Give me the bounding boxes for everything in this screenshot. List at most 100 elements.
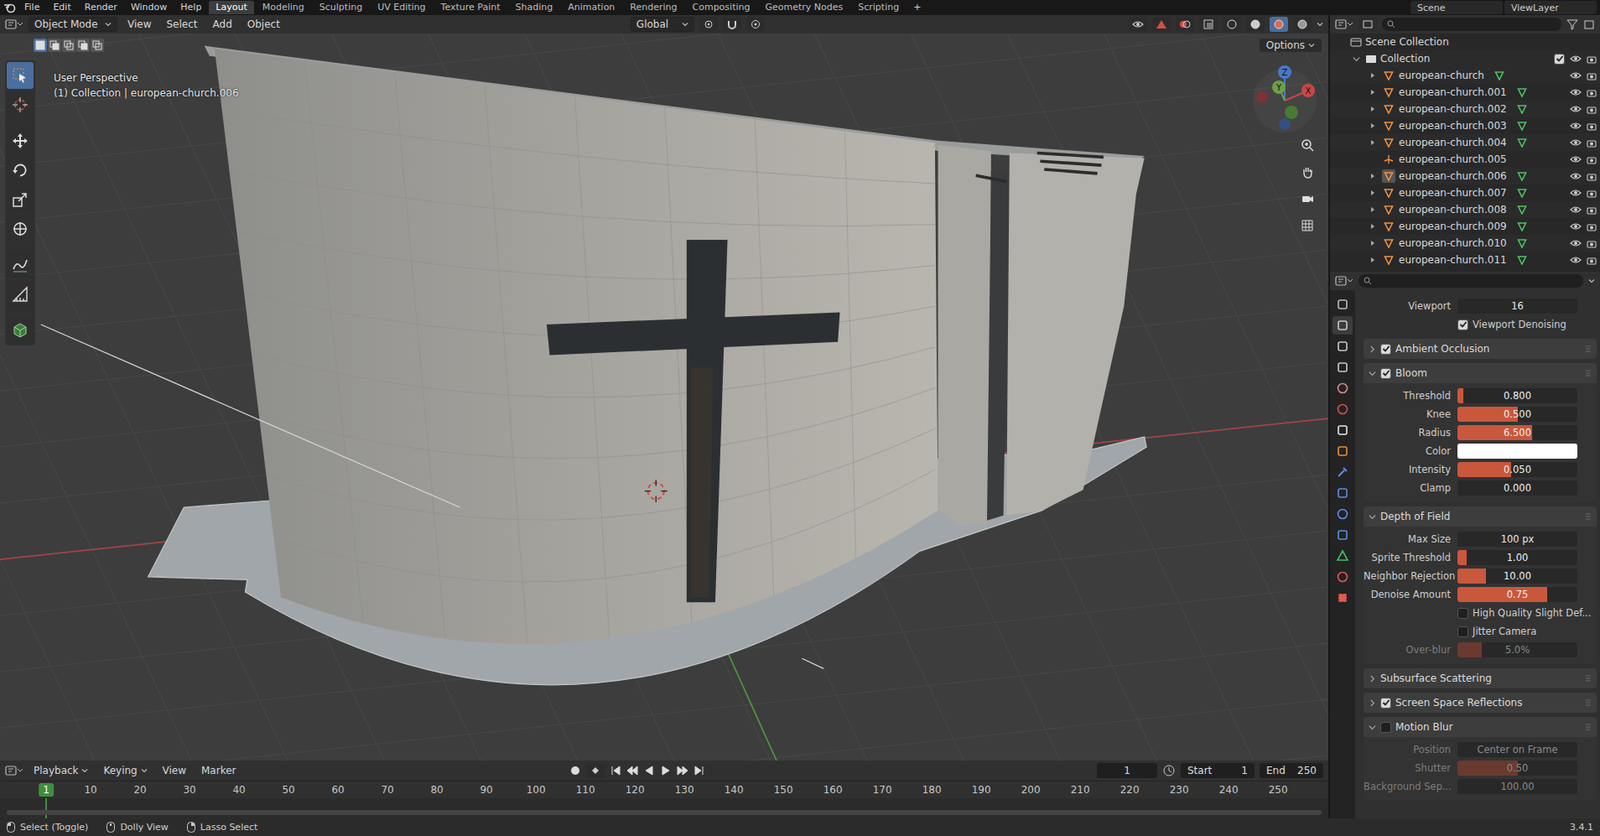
- slider[interactable]: 1.00: [1457, 550, 1578, 566]
- outliner-editor-icon[interactable]: [1335, 18, 1354, 31]
- menu-item[interactable]: Render: [78, 0, 124, 15]
- outliner-row[interactable]: european-church: [1329, 67, 1600, 84]
- properties-tab[interactable]: [1332, 441, 1353, 461]
- outliner-row[interactable]: european-church.007: [1329, 184, 1600, 202]
- start-frame-field[interactable]: Start1: [1180, 763, 1255, 779]
- properties-tab[interactable]: [1332, 504, 1353, 524]
- tool-button[interactable]: [6, 62, 34, 89]
- drag-handle-icon[interactable]: [1584, 368, 1592, 378]
- visibility-button[interactable]: [1128, 16, 1148, 32]
- camera-icon[interactable]: [1586, 138, 1597, 148]
- outliner-row[interactable]: Scene Collection: [1329, 33, 1600, 51]
- slider[interactable]: 0.000: [1457, 480, 1578, 496]
- current-frame-field[interactable]: 1: [1096, 763, 1158, 779]
- mode-dropdown[interactable]: Object Mode: [28, 16, 118, 32]
- panel-checkbox[interactable]: [1380, 697, 1392, 709]
- slider[interactable]: 0.50: [1457, 760, 1578, 776]
- transport-icon[interactable]: [626, 764, 639, 777]
- proportional-button[interactable]: [746, 16, 765, 32]
- outliner-row[interactable]: european-church.001: [1329, 83, 1600, 101]
- properties-tab[interactable]: [1332, 420, 1353, 440]
- slider[interactable]: 6.500: [1457, 425, 1578, 441]
- outliner-row[interactable]: Collection: [1329, 50, 1600, 68]
- denoise-checkbox[interactable]: [1457, 319, 1469, 331]
- panel-checkbox[interactable]: [1380, 343, 1392, 355]
- workspace-tab[interactable]: Sculpting: [312, 0, 369, 15]
- transport-icon[interactable]: [609, 764, 622, 777]
- select-mode-button[interactable]: [76, 38, 90, 52]
- panel-header[interactable]: Ambient Occlusion: [1363, 338, 1597, 359]
- panel-checkbox[interactable]: [1380, 368, 1392, 380]
- drag-handle-icon[interactable]: [1584, 512, 1592, 521]
- view-layer-selector[interactable]: ViewLayer: [1504, 0, 1597, 15]
- eye-icon[interactable]: [1569, 71, 1582, 80]
- outliner-row[interactable]: european-church.008: [1329, 201, 1600, 219]
- shading-button[interactable]: [1269, 16, 1289, 32]
- menu-item[interactable]: Edit: [46, 0, 77, 15]
- tool-button[interactable]: [6, 91, 34, 119]
- panel-checkbox[interactable]: [1380, 722, 1392, 733]
- transport-icon[interactable]: [693, 764, 706, 777]
- workspace-tab[interactable]: Layout: [208, 0, 254, 15]
- outliner-row[interactable]: european-church.009: [1329, 218, 1600, 235]
- eye-icon[interactable]: [1569, 188, 1582, 198]
- eye-icon[interactable]: [1569, 54, 1582, 63]
- camera-icon[interactable]: [1586, 121, 1597, 131]
- expand-arrow-icon[interactable]: [1369, 88, 1377, 96]
- pivot-button[interactable]: [699, 16, 718, 32]
- shading-button[interactable]: [1246, 16, 1265, 32]
- workspace-tab[interactable]: Texture Paint: [434, 0, 508, 15]
- editor-type-icon[interactable]: [5, 18, 24, 31]
- overlay-button[interactable]: [1175, 16, 1195, 32]
- eye-icon[interactable]: [1569, 205, 1582, 214]
- options-button[interactable]: Options: [1259, 38, 1322, 52]
- outliner-row[interactable]: european-church.005: [1329, 150, 1600, 168]
- workspace-tab[interactable]: Shading: [509, 0, 561, 15]
- end-frame-field[interactable]: End250: [1259, 763, 1324, 779]
- scene-selector[interactable]: Scene: [1410, 0, 1503, 15]
- shading-button[interactable]: [1293, 16, 1312, 32]
- eye-icon[interactable]: [1569, 171, 1582, 181]
- menu-item[interactable]: Window: [124, 0, 173, 15]
- record-icon[interactable]: [569, 764, 582, 777]
- slider[interactable]: 10.00: [1457, 568, 1578, 584]
- camera-icon[interactable]: [1586, 54, 1597, 64]
- workspace-tab[interactable]: Compositing: [685, 0, 758, 15]
- outliner-row[interactable]: european-church.010: [1329, 234, 1600, 252]
- workspace-tab[interactable]: Geometry Nodes: [758, 0, 850, 15]
- camera-icon[interactable]: [1586, 88, 1597, 98]
- properties-tab[interactable]: [1332, 295, 1353, 314]
- outliner-row[interactable]: european-church.006: [1329, 167, 1600, 185]
- eye-icon[interactable]: [1569, 121, 1582, 130]
- outliner-row[interactable]: european-church.004: [1329, 134, 1600, 151]
- camera-icon[interactable]: [1586, 222, 1597, 232]
- panel-header[interactable]: Screen Space Reflections: [1363, 692, 1597, 713]
- workspace-tab[interactable]: Rendering: [623, 0, 684, 15]
- eye-icon[interactable]: [1569, 222, 1582, 231]
- blender-logo-icon[interactable]: [3, 1, 17, 14]
- header-menu[interactable]: View: [122, 18, 156, 31]
- drag-handle-icon[interactable]: [1584, 722, 1592, 732]
- workspace-tab[interactable]: Scripting: [851, 0, 906, 15]
- camera-icon[interactable]: [1586, 171, 1597, 182]
- property-checkbox[interactable]: [1457, 626, 1469, 638]
- properties-tab[interactable]: [1332, 379, 1353, 398]
- navigation-gizmo[interactable]: ZXY: [1241, 58, 1325, 135]
- properties-search[interactable]: [1358, 274, 1584, 288]
- gizmo-button[interactable]: [1152, 16, 1171, 32]
- eye-icon[interactable]: [1569, 88, 1582, 97]
- slider[interactable]: 0.75: [1457, 587, 1578, 603]
- tool-button[interactable]: [6, 215, 34, 243]
- clock-icon[interactable]: [1162, 763, 1176, 778]
- eye-icon[interactable]: [1569, 155, 1582, 164]
- tool-button[interactable]: [6, 186, 34, 213]
- outliner-row[interactable]: european-church.011: [1329, 251, 1600, 269]
- expand-arrow-icon[interactable]: [1369, 122, 1377, 130]
- camera-icon[interactable]: [1586, 205, 1597, 215]
- workspace-tab[interactable]: UV Editing: [370, 0, 432, 15]
- value-field[interactable]: Center on Frame: [1457, 742, 1578, 758]
- tool-button[interactable]: [6, 280, 34, 308]
- 3d-viewport[interactable]: User Perspective(1) Collection | europea…: [0, 33, 1329, 761]
- slider[interactable]: 5.0%: [1457, 642, 1578, 658]
- expand-arrow-icon[interactable]: [1369, 139, 1377, 146]
